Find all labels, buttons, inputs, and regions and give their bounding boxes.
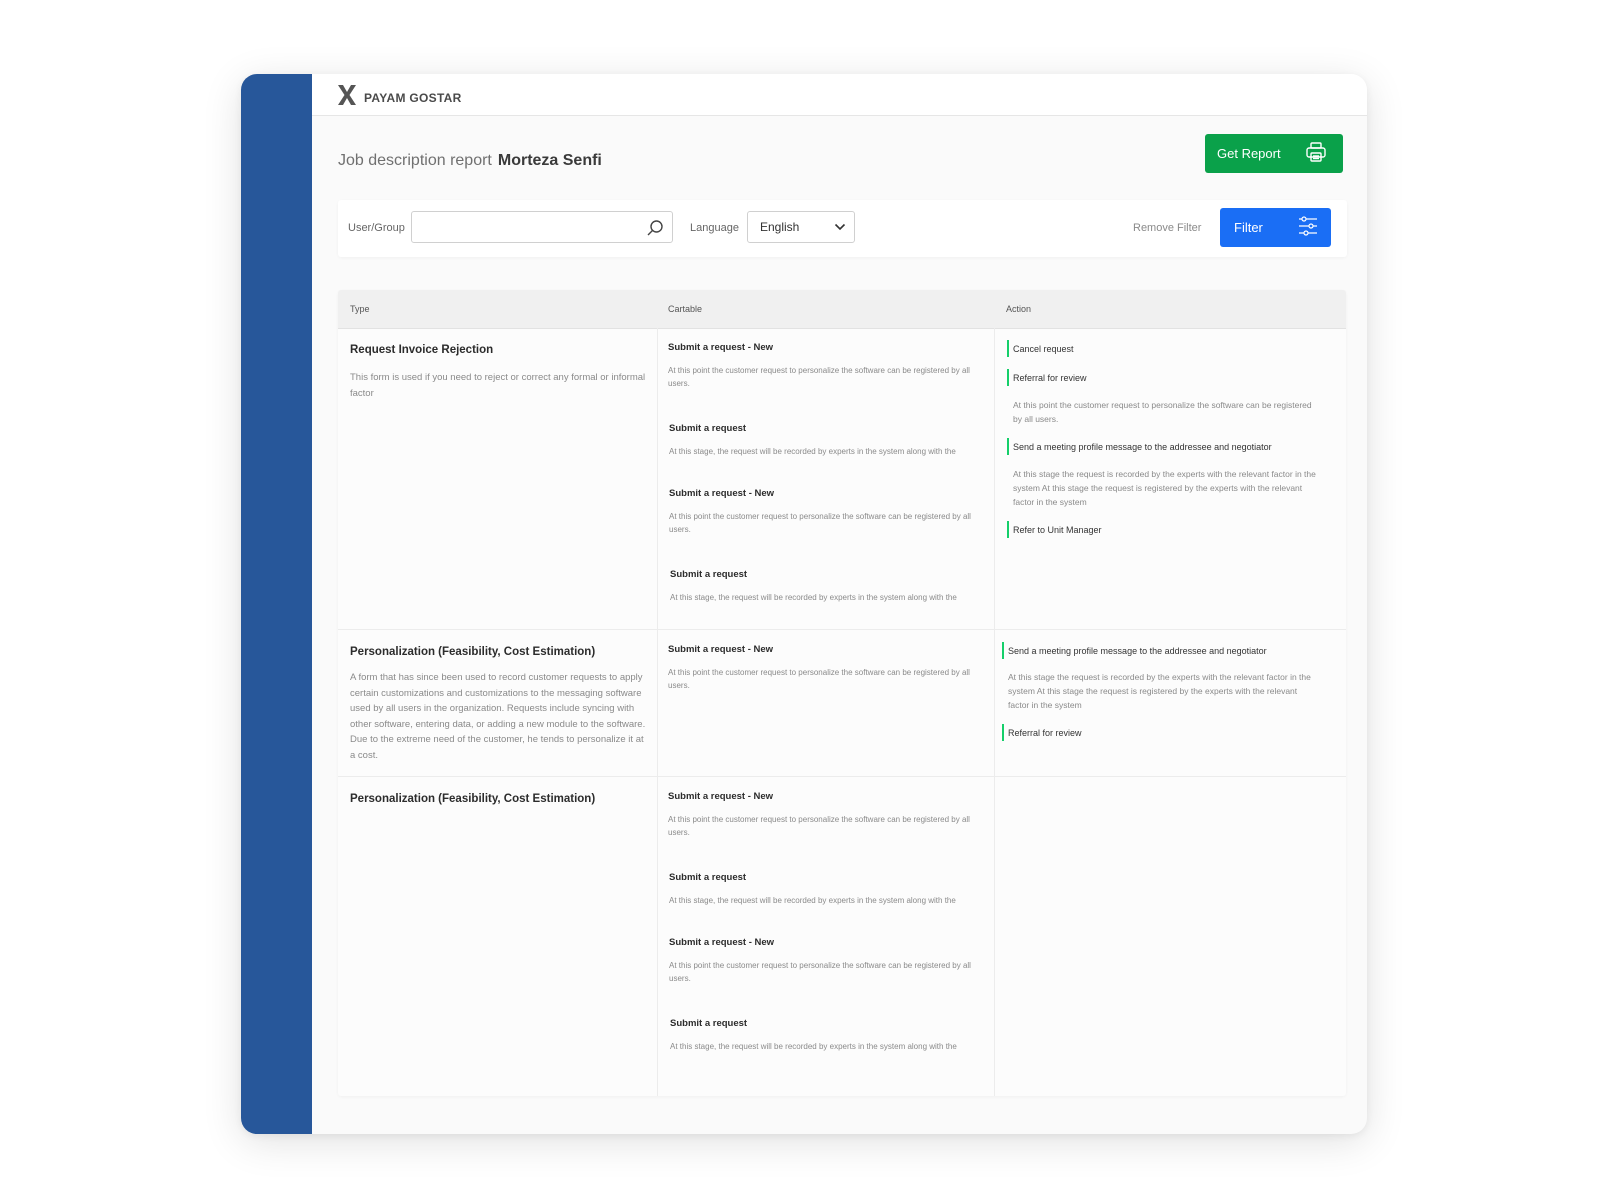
cartable-item[interactable]: Submit a request - New At this point the… bbox=[668, 644, 990, 692]
cartable-item-description: At this point the customer request to pe… bbox=[669, 512, 971, 534]
table-row[interactable]: Personalization (Feasibility, Cost Estim… bbox=[338, 777, 1346, 1096]
action-item[interactable]: Cancel request bbox=[1007, 340, 1074, 357]
user-group-label: User/Group bbox=[348, 222, 405, 234]
action-item[interactable]: Refer to Unit Manager bbox=[1007, 521, 1102, 538]
column-header-type: Type bbox=[350, 304, 370, 314]
printer-icon bbox=[1305, 141, 1327, 166]
user-group-search[interactable] bbox=[411, 211, 673, 243]
cartable-item-title: Submit a request - New bbox=[668, 342, 774, 353]
row-type-title: Personalization (Feasibility, Cost Estim… bbox=[350, 793, 596, 805]
sliders-icon bbox=[1297, 215, 1319, 240]
cartable-item-description: At this point the customer request to pe… bbox=[668, 366, 970, 388]
get-report-button[interactable]: Get Report bbox=[1205, 134, 1343, 173]
action-item-description: At this point the customer request to pe… bbox=[1013, 400, 1312, 424]
app-window: PAYAM GOSTAR Job description report Morte… bbox=[241, 74, 1367, 1134]
main-content: Job description report Morteza Senfi Get … bbox=[312, 116, 1367, 1134]
top-bar: PAYAM GOSTAR bbox=[312, 74, 1367, 116]
cartable-item-description: At this stage, the request will be recor… bbox=[669, 447, 956, 456]
action-item[interactable]: Send a meeting profile message to the ad… bbox=[1002, 642, 1267, 659]
row-type-title: Request Invoice Rejection bbox=[350, 344, 494, 356]
filter-label: Filter bbox=[1234, 220, 1263, 235]
table-row[interactable]: Request Invoice Rejection This form is u… bbox=[338, 328, 1346, 630]
cartable-item[interactable]: Submit a request At this stage, the requ… bbox=[670, 1018, 992, 1054]
cartable-item[interactable]: Submit a request - New At this point the… bbox=[669, 488, 991, 536]
cartable-item[interactable]: Submit a request At this stage, the requ… bbox=[669, 423, 991, 459]
payam-gostar-logo-icon bbox=[336, 83, 358, 112]
cartable-item[interactable]: Submit a request - New At this point the… bbox=[669, 937, 991, 985]
cartable-item-title: Submit a request bbox=[669, 423, 747, 434]
cartable-item[interactable]: Submit a request - New At this point the… bbox=[668, 791, 990, 839]
cartable-item-description: At this stage, the request will be recor… bbox=[670, 1042, 957, 1051]
cartable-item-title: Submit a request - New bbox=[668, 644, 774, 655]
cartable-item-description: At this stage, the request will be recor… bbox=[670, 593, 957, 602]
row-type-description: A form that has since been used to recor… bbox=[350, 672, 646, 761]
cartable-item-description: At this point the customer request to pe… bbox=[669, 961, 971, 983]
remove-filter-link[interactable]: Remove Filter bbox=[1133, 222, 1201, 234]
table-row[interactable]: Personalization (Feasibility, Cost Estim… bbox=[338, 630, 1346, 777]
language-label: Language bbox=[690, 222, 739, 234]
cartable-item[interactable]: Submit a request At this stage, the requ… bbox=[670, 569, 992, 605]
cartable-item-description: At this point the customer request to pe… bbox=[668, 815, 970, 837]
search-icon[interactable] bbox=[646, 219, 664, 242]
cartable-item-title: Submit a request bbox=[669, 872, 747, 883]
page-title-label: Job description report bbox=[338, 152, 492, 169]
action-item[interactable]: Send a meeting profile message to the ad… bbox=[1007, 438, 1272, 455]
language-value: English bbox=[760, 220, 800, 234]
cartable-item[interactable]: Submit a request At this stage, the requ… bbox=[669, 872, 991, 908]
report-table: Type Cartable Action Request Invoice Rej… bbox=[338, 290, 1346, 1096]
cartable-item-title: Submit a request bbox=[670, 1018, 748, 1029]
cartable-item-description: At this point the customer request to pe… bbox=[668, 668, 970, 690]
language-select[interactable]: English bbox=[747, 211, 855, 243]
get-report-label: Get Report bbox=[1217, 146, 1281, 161]
cartable-item-title: Submit a request - New bbox=[669, 937, 775, 948]
cartable-item-title: Submit a request - New bbox=[668, 791, 774, 802]
chevron-down-icon bbox=[834, 220, 846, 234]
column-header-cartable: Cartable bbox=[668, 304, 703, 314]
cartable-item-title: Submit a request - New bbox=[669, 488, 775, 499]
cartable-item-description: At this stage, the request will be recor… bbox=[669, 896, 956, 905]
cartable-item-title: Submit a request bbox=[670, 569, 748, 580]
logo[interactable]: PAYAM GOSTAR bbox=[336, 83, 462, 112]
page-title: Job description report Morteza Senfi bbox=[338, 152, 602, 170]
filter-button[interactable]: Filter bbox=[1220, 208, 1331, 247]
table-header: Type Cartable Action bbox=[338, 290, 1346, 329]
row-type-description: This form is used if you need to reject … bbox=[350, 372, 646, 399]
action-item-description: At this stage the request is recorded by… bbox=[1013, 469, 1316, 507]
page-title-user: Morteza Senfi bbox=[497, 152, 602, 169]
filter-bar: User/Group Language English Remove Filte… bbox=[338, 200, 1347, 257]
user-group-input[interactable] bbox=[420, 218, 639, 238]
action-item[interactable]: Referral for review bbox=[1007, 369, 1087, 386]
sidebar bbox=[241, 74, 312, 1134]
logo-text: PAYAM GOSTAR bbox=[364, 90, 462, 105]
cartable-item[interactable]: Submit a request - New At this point the… bbox=[668, 342, 990, 390]
action-item[interactable]: Referral for review bbox=[1002, 724, 1082, 741]
action-item-description: At this stage the request is recorded by… bbox=[1008, 672, 1311, 710]
row-type-title: Personalization (Feasibility, Cost Estim… bbox=[350, 646, 596, 658]
column-header-action: Action bbox=[1006, 304, 1032, 314]
